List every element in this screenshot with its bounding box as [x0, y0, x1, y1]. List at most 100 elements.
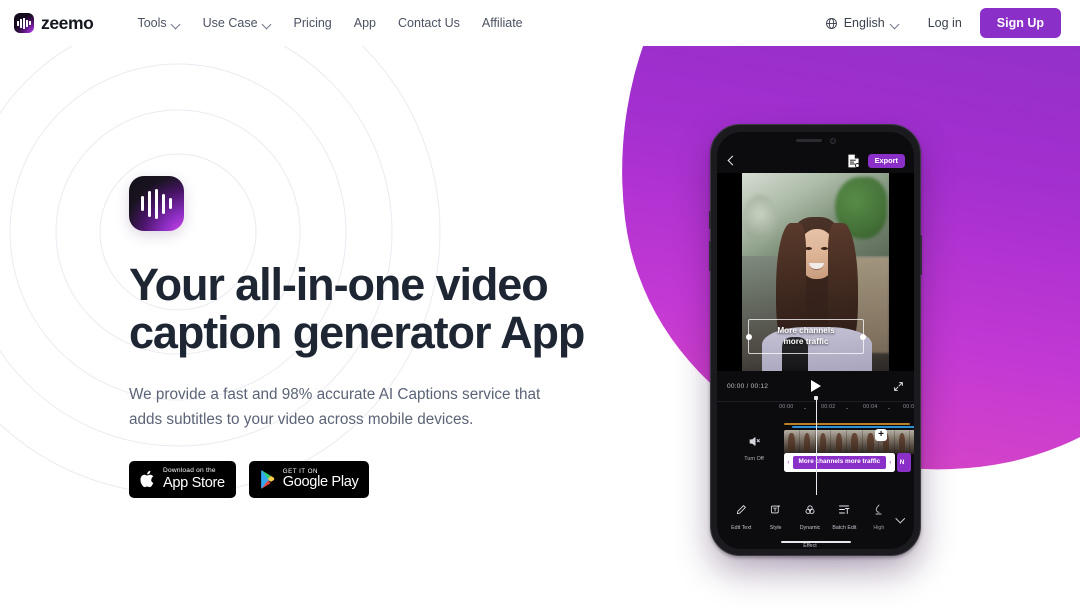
google-play-badge[interactable]: GET IT ON Google Play [248, 460, 370, 498]
app-store-big-label: App Store [163, 475, 225, 492]
app-top-bar-right: Export [847, 153, 905, 169]
tool-batch-edit[interactable]: Batch Edit [827, 503, 861, 534]
nav-links: Tools Use Case Pricing App Contact Us Af… [126, 0, 533, 46]
batch-edit-icon [827, 503, 861, 516]
text-style-icon [758, 503, 792, 516]
ruler-tick-0: 00:00 [779, 404, 794, 410]
caption-clip[interactable]: ‹ More channels more traffic › [784, 453, 895, 472]
caption-clip-next[interactable]: N [896, 453, 911, 472]
phone-side-button [920, 235, 922, 275]
nav-item-use-case[interactable]: Use Case [192, 0, 283, 46]
highlight-icon [862, 503, 896, 516]
chevron-down-icon[interactable] [896, 515, 907, 524]
nav-item-pricing[interactable]: Pricing [283, 0, 343, 46]
chevron-down-icon [263, 20, 272, 29]
google-play-icon [259, 470, 276, 489]
caption-track: ‹ More channels more traffic › N [784, 453, 914, 472]
dynamic-effect-icon [793, 503, 827, 516]
subtitle-document-icon[interactable] [847, 154, 860, 168]
app-store-small-label: Download on the [163, 466, 216, 474]
clip-handle-left[interactable]: ‹ [786, 455, 791, 470]
video-background-blur [743, 195, 777, 243]
headline-line-2: caption generator App [129, 307, 585, 359]
tool-highlight[interactable]: High [862, 503, 896, 534]
expand-icon[interactable] [893, 381, 904, 392]
app-store-text: Download on the App Store [163, 466, 225, 492]
earpiece-speaker [795, 138, 822, 143]
google-play-text: GET IT ON Google Play [282, 468, 359, 491]
nav-item-tools[interactable]: Tools [126, 0, 191, 46]
ruler-tick-3: 00:0 [903, 404, 914, 410]
filmstrip-frame [847, 429, 863, 454]
landing-page: zeemo Tools Use Case Pricing App Contact… [0, 0, 1080, 608]
tool-batch-edit-label: Batch Edit [832, 525, 857, 531]
nav-item-tools-label: Tools [137, 16, 167, 30]
apple-logo-icon [139, 469, 156, 489]
phone-mockup: Export More channels more traffic 00:00 … [709, 124, 922, 556]
nav-item-affiliate-label: Affiliate [481, 16, 523, 30]
tool-dynamic-effect[interactable]: Dynamic Effect [793, 503, 827, 549]
navbar-right: English Log in Sign Up [815, 7, 1061, 39]
brand-name: zeemo [41, 12, 94, 33]
play-icon[interactable] [810, 380, 821, 392]
video-preview: More channels more traffic [717, 173, 914, 371]
back-chevron-icon[interactable] [726, 156, 736, 166]
tool-edit-text[interactable]: Edit Text [724, 503, 758, 534]
playhead[interactable] [813, 396, 819, 495]
phone-screen: Export More channels more traffic 00:00 … [717, 132, 914, 549]
caption-line-2: more traffic [783, 336, 829, 346]
ruler-dot [888, 407, 890, 410]
caption-clip-label: More channels more traffic [792, 455, 887, 470]
video-track[interactable] [784, 423, 914, 454]
tool-dynamic-effect-label: Dynamic Effect [799, 525, 821, 549]
ruler-tick-2: 00:04 [863, 404, 878, 410]
ruler-tick-1: 00:02 [821, 404, 836, 410]
signup-button[interactable]: Sign Up [979, 7, 1061, 39]
add-clip-button[interactable]: + [875, 429, 887, 441]
language-label: English [843, 16, 885, 30]
page-title: Your all-in-one video caption generator … [129, 259, 599, 359]
tool-style[interactable]: Style [758, 503, 792, 534]
nav-item-affiliate[interactable]: Affiliate [471, 0, 534, 46]
export-button[interactable]: Export [867, 153, 905, 169]
filmstrip-frame [910, 429, 914, 454]
caption-handle-left[interactable] [746, 333, 752, 340]
filmstrip-frame [831, 429, 848, 454]
login-link[interactable]: Log in [914, 16, 976, 30]
nav-item-app-label: App [353, 16, 377, 30]
google-play-big-label: Google Play [282, 474, 359, 491]
front-camera [829, 137, 836, 144]
speaker-mute-icon [749, 437, 760, 446]
ruler-dot [804, 407, 806, 410]
caption-handle-right[interactable] [860, 333, 866, 340]
app-store-badge[interactable]: Download on the App Store [129, 460, 236, 498]
chevron-down-icon [891, 20, 900, 29]
mute-control[interactable]: Turn Off [733, 435, 775, 462]
subject-eye-left [805, 247, 812, 250]
nav-item-use-case-label: Use Case [202, 16, 258, 30]
nav-item-pricing-label: Pricing [293, 16, 332, 30]
filmstrip-frame [815, 429, 832, 454]
tool-style-label: Style [769, 525, 782, 531]
track-marker-orange [784, 423, 911, 425]
nav-item-contact-us[interactable]: Contact Us [387, 0, 471, 46]
editor-toolbar: Edit Text Style Dynamic Effect Batch Edi… [717, 499, 914, 549]
caption-line-1: More channels [777, 326, 835, 335]
chevron-down-icon [172, 20, 181, 29]
pencil-icon [724, 503, 758, 516]
top-navbar: zeemo Tools Use Case Pricing App Contact… [0, 0, 1080, 46]
hero-content: Your all-in-one video caption generator … [129, 176, 599, 498]
timecode-label: 00:00 / 00:12 [727, 382, 769, 390]
filmstrip[interactable] [784, 429, 914, 454]
zeemo-app-icon [129, 176, 184, 231]
nav-item-app[interactable]: App [343, 0, 387, 46]
app-top-bar: Export [717, 149, 914, 173]
filmstrip-frame [784, 429, 800, 454]
timeline: Turn Off + ‹ More channels more traffic … [717, 396, 914, 499]
headline-line-1: Your all-in-one video [129, 259, 549, 310]
language-selector[interactable]: English [815, 16, 910, 30]
ruler-dot [846, 407, 848, 410]
caption-overlay[interactable]: More channels more traffic [746, 319, 866, 354]
clip-handle-right[interactable]: › [887, 455, 893, 470]
brand-logo[interactable]: zeemo [14, 12, 94, 34]
